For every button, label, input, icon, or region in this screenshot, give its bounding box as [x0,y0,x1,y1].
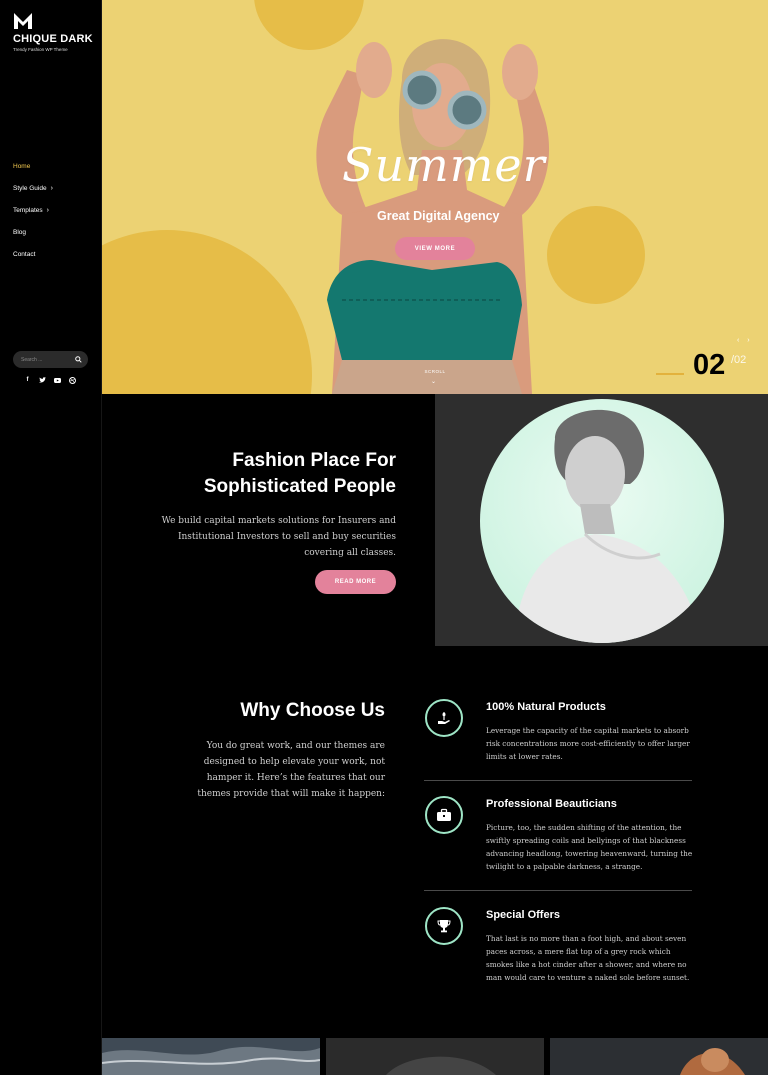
hero-headline: Summer [342,138,546,192]
nav-item-home[interactable]: Home [13,155,53,177]
feature-title: Professional Beauticians [486,798,617,810]
gallery-thumb[interactable] [326,1038,544,1075]
hero-slider: Summer Great Digital Agency VIEW MORE SC… [102,0,768,394]
search-box [13,351,88,368]
gallery-thumb[interactable] [102,1038,320,1075]
fashion-portrait [435,394,768,646]
feature-item: 100% Natural Products Leverage the capac… [424,699,692,769]
nav-label: Contact [13,250,36,258]
gallery-thumb[interactable] [550,1038,768,1075]
chevron-right-icon: › [46,206,49,214]
nav-item-contact[interactable]: Contact [13,243,53,265]
feature-text: Picture, too, the sudden shifting of the… [486,823,693,871]
nav-label: Home [13,162,31,170]
trophy-icon [425,907,463,945]
slide-total: /02 [731,354,747,366]
fashion-title-line: Sophisticated People [203,476,396,497]
slide-current: 02 [693,349,726,381]
twitter-icon[interactable] [39,376,46,384]
nav-label: Templates [13,206,43,214]
feature-item: Professional Beauticians Picture, too, t… [424,796,692,881]
search-input[interactable] [21,356,69,363]
brand-name: CHIQUE DARK [13,33,93,45]
feature-text: That last is no more than a foot high, a… [486,934,690,982]
nav-label: Blog [13,228,27,236]
logo-mark-icon [14,13,32,29]
chevron-down-icon[interactable]: ⌄ [431,378,436,385]
hero-model-image [316,39,550,394]
slider-arrows[interactable]: ‹ › [737,337,753,344]
feature-title: 100% Natural Products [486,701,606,713]
nav-label: Style Guide [13,184,47,192]
nav-item-style-guide[interactable]: Style Guide › [13,177,53,199]
feature-title: Special Offers [486,909,560,921]
plant-hand-icon [425,699,463,737]
youtube-icon[interactable] [54,376,61,384]
fashion-title-line: Fashion Place For [232,450,396,471]
divider [424,780,692,781]
feature-item: Special Offers That last is no more than… [424,907,692,992]
portrait-image [480,399,724,643]
social-links: f [24,376,76,384]
why-description: You do great work, and our themes are de… [197,741,385,799]
hero-subtitle: Great Digital Agency [377,209,500,223]
view-more-button[interactable]: VIEW MORE [395,237,475,260]
search-icon[interactable] [75,356,82,363]
divider [424,890,692,891]
why-title: Why Choose Us [240,700,385,721]
nav-item-templates[interactable]: Templates › [13,199,53,221]
main-nav: Home Style Guide › Templates › Blog Contac… [13,155,53,265]
chevron-right-icon: › [50,184,53,192]
sidebar: CHIQUE DARK Trendy Fashion WP Theme Home… [0,0,102,1075]
dribbble-icon[interactable] [69,376,76,384]
brand-tagline: Trendy Fashion WP Theme [13,47,68,52]
feature-text: Leverage the capacity of the capital mar… [486,726,690,761]
scroll-label[interactable]: SCROLL [422,369,448,374]
nav-item-blog[interactable]: Blog [13,221,53,243]
logo[interactable]: CHIQUE DARK Trendy Fashion WP Theme [13,12,93,52]
briefcase-icon [425,796,463,834]
read-more-button[interactable]: READ MORE [315,570,396,594]
fashion-description: We build capital markets solutions for I… [161,516,396,558]
facebook-icon[interactable]: f [24,376,31,384]
fashion-title: Fashion Place For Sophisticated People [180,448,396,500]
slide-progress-line [656,373,684,375]
